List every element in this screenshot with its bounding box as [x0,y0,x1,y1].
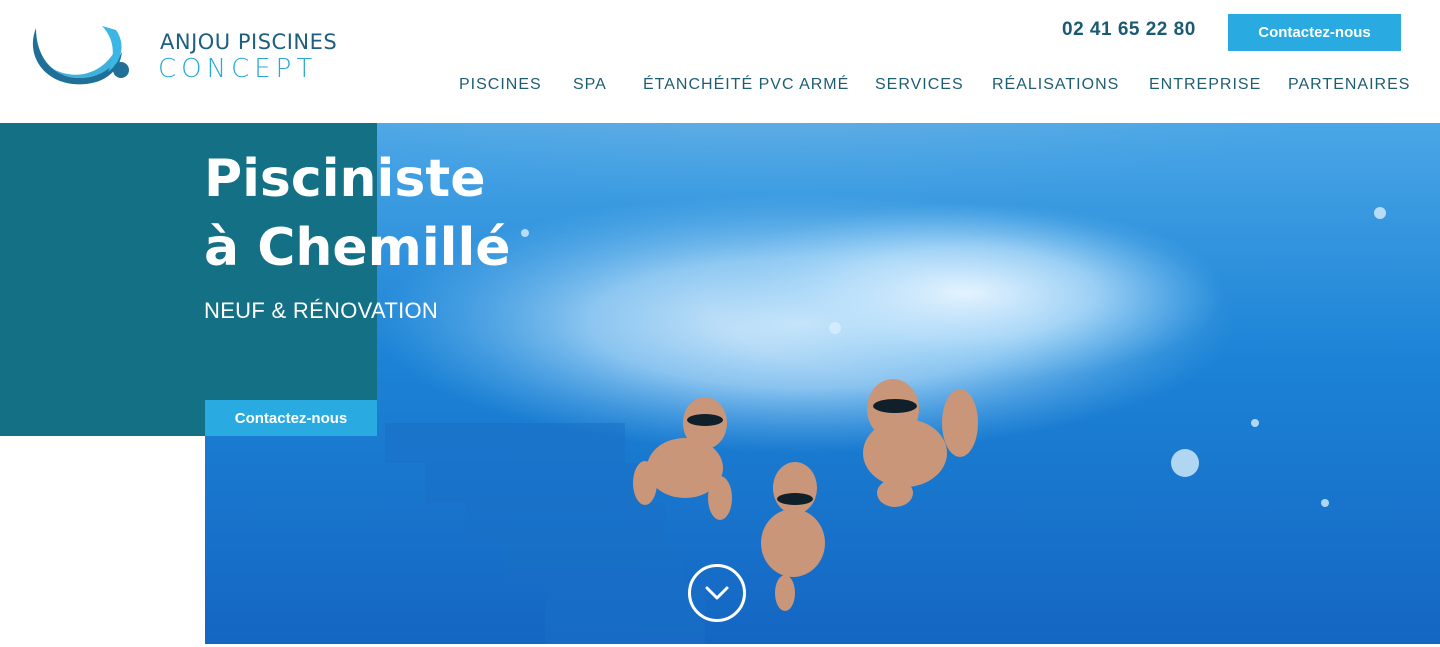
hero-title-line2: à Chemillé [204,218,511,278]
nav-item-services[interactable]: SERVICES [875,76,964,94]
brand-name-line1: ANJOU PISCINES [160,30,338,54]
nav-item-piscines[interactable]: PISCINES [459,76,542,94]
nav-item-spa[interactable]: SPA [573,76,607,94]
nav-item-partenaires[interactable]: PARTENAIRES [1288,76,1410,94]
phone-link[interactable]: 02 41 65 22 80 [1062,19,1196,41]
scroll-down-button[interactable] [688,564,746,622]
chevron-down-icon [705,586,729,600]
main-nav: PISCINES SPA ÉTANCHÉITÉ PVC ARMÉ SERVICE… [0,76,1440,100]
hero-contact-button[interactable]: Contactez-nous [205,400,377,436]
nav-item-etancheite[interactable]: ÉTANCHÉITÉ PVC ARMÉ [643,76,849,94]
hero-title: Pisciniste à Chemillé [204,145,804,283]
site-header: ANJOU PISCINES CONCEPT 02 41 65 22 80 Co… [0,0,1440,123]
header-contact-button[interactable]: Contactez-nous [1228,14,1401,51]
hero-section: Pisciniste à Chemillé NEUF & RÉNOVATION … [0,123,1440,647]
hero-subtitle: NEUF & RÉNOVATION [204,298,439,323]
nav-item-realisations[interactable]: RÉALISATIONS [992,76,1119,94]
hero-title-line1: Pisciniste [204,149,486,209]
nav-item-entreprise[interactable]: ENTREPRISE [1149,76,1261,94]
